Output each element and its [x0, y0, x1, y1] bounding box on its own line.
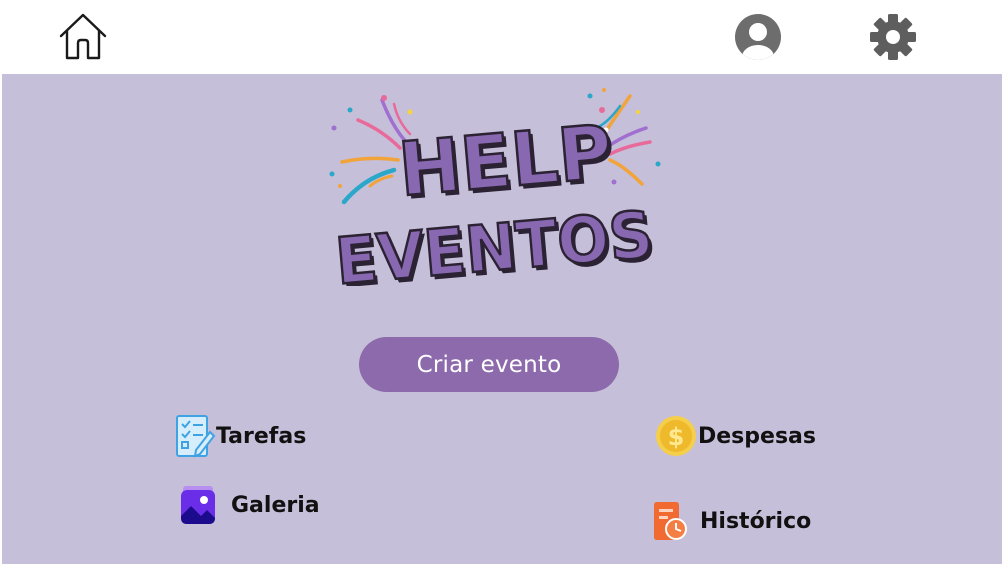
checklist-icon — [176, 415, 216, 458]
profile-button[interactable] — [734, 13, 782, 61]
top-bar — [0, 0, 1002, 74]
gallery-icon — [181, 486, 215, 524]
tarefas-link[interactable]: Tarefas — [174, 414, 306, 458]
user-avatar-icon — [735, 14, 781, 60]
home-button[interactable] — [57, 12, 109, 62]
svg-text:$: $ — [668, 423, 685, 451]
logo-line2: EVENTOS — [333, 198, 656, 286]
main-area: HELP HELP EVENTOS EVENTOS Criar evento T… — [2, 74, 1002, 564]
coin-icon: $ — [656, 416, 696, 456]
tarefas-label: Tarefas — [216, 423, 307, 449]
galeria-label: Galeria — [231, 492, 320, 518]
settings-button[interactable] — [868, 12, 918, 62]
history-document-icon — [654, 502, 687, 540]
historico-label: Histórico — [700, 508, 812, 534]
help-eventos-logo: HELP HELP EVENTOS EVENTOS — [320, 86, 670, 304]
despesas-link[interactable]: $ Despesas — [654, 414, 816, 458]
home-icon — [59, 13, 107, 60]
historico-link[interactable]: Histórico — [650, 501, 811, 541]
gear-icon — [870, 14, 916, 60]
create-event-button[interactable]: Criar evento — [359, 337, 619, 392]
galeria-link[interactable]: Galeria — [179, 484, 320, 526]
despesas-label: Despesas — [698, 423, 816, 449]
